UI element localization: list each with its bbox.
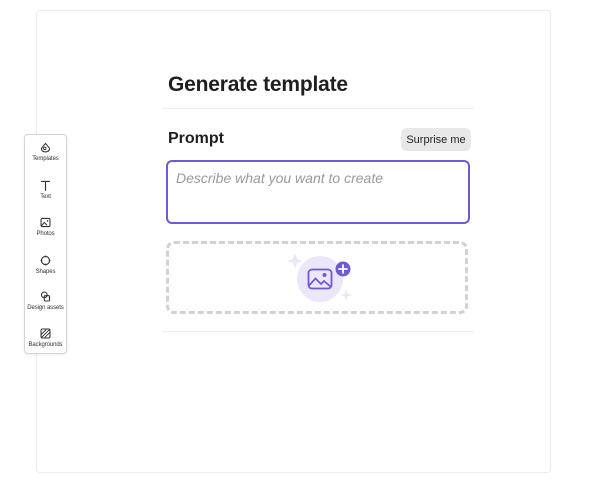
prompt-input[interactable] bbox=[166, 160, 470, 224]
toolbar-item-photos[interactable]: Photos bbox=[25, 216, 66, 237]
text-icon bbox=[40, 180, 51, 191]
surprise-me-button[interactable]: Surprise me bbox=[401, 128, 471, 151]
design-assets-icon bbox=[40, 291, 51, 302]
backgrounds-icon bbox=[40, 328, 51, 339]
templates-icon bbox=[40, 142, 51, 153]
toolbar-label: Shapes bbox=[35, 269, 56, 275]
toolbar-item-backgrounds[interactable]: Backgrounds bbox=[25, 327, 66, 348]
toolbar-label: Photos bbox=[36, 231, 55, 237]
toolbar-label: Backgrounds bbox=[28, 342, 63, 348]
photos-icon bbox=[40, 217, 51, 228]
toolbar-label: Templates bbox=[32, 156, 59, 162]
bottom-divider bbox=[162, 331, 474, 332]
toolbar-label: Text bbox=[40, 194, 51, 200]
toolbar-item-templates[interactable]: Templates bbox=[25, 141, 66, 162]
title-divider bbox=[162, 108, 474, 109]
shapes-icon bbox=[40, 255, 51, 266]
image-upload-zone[interactable] bbox=[166, 241, 468, 314]
toolbar-item-text[interactable]: Text bbox=[25, 179, 66, 200]
toolbar-item-design-assets[interactable]: Design assets bbox=[25, 290, 66, 311]
left-toolbar: Templates Text Photos Shapes Design asse… bbox=[24, 134, 67, 354]
image-add-icon bbox=[287, 253, 352, 302]
toolbar-item-shapes[interactable]: Shapes bbox=[25, 254, 66, 275]
toolbar-label: Design assets bbox=[27, 305, 64, 311]
prompt-label: Prompt bbox=[168, 130, 224, 147]
page-title: Generate template bbox=[168, 73, 348, 96]
